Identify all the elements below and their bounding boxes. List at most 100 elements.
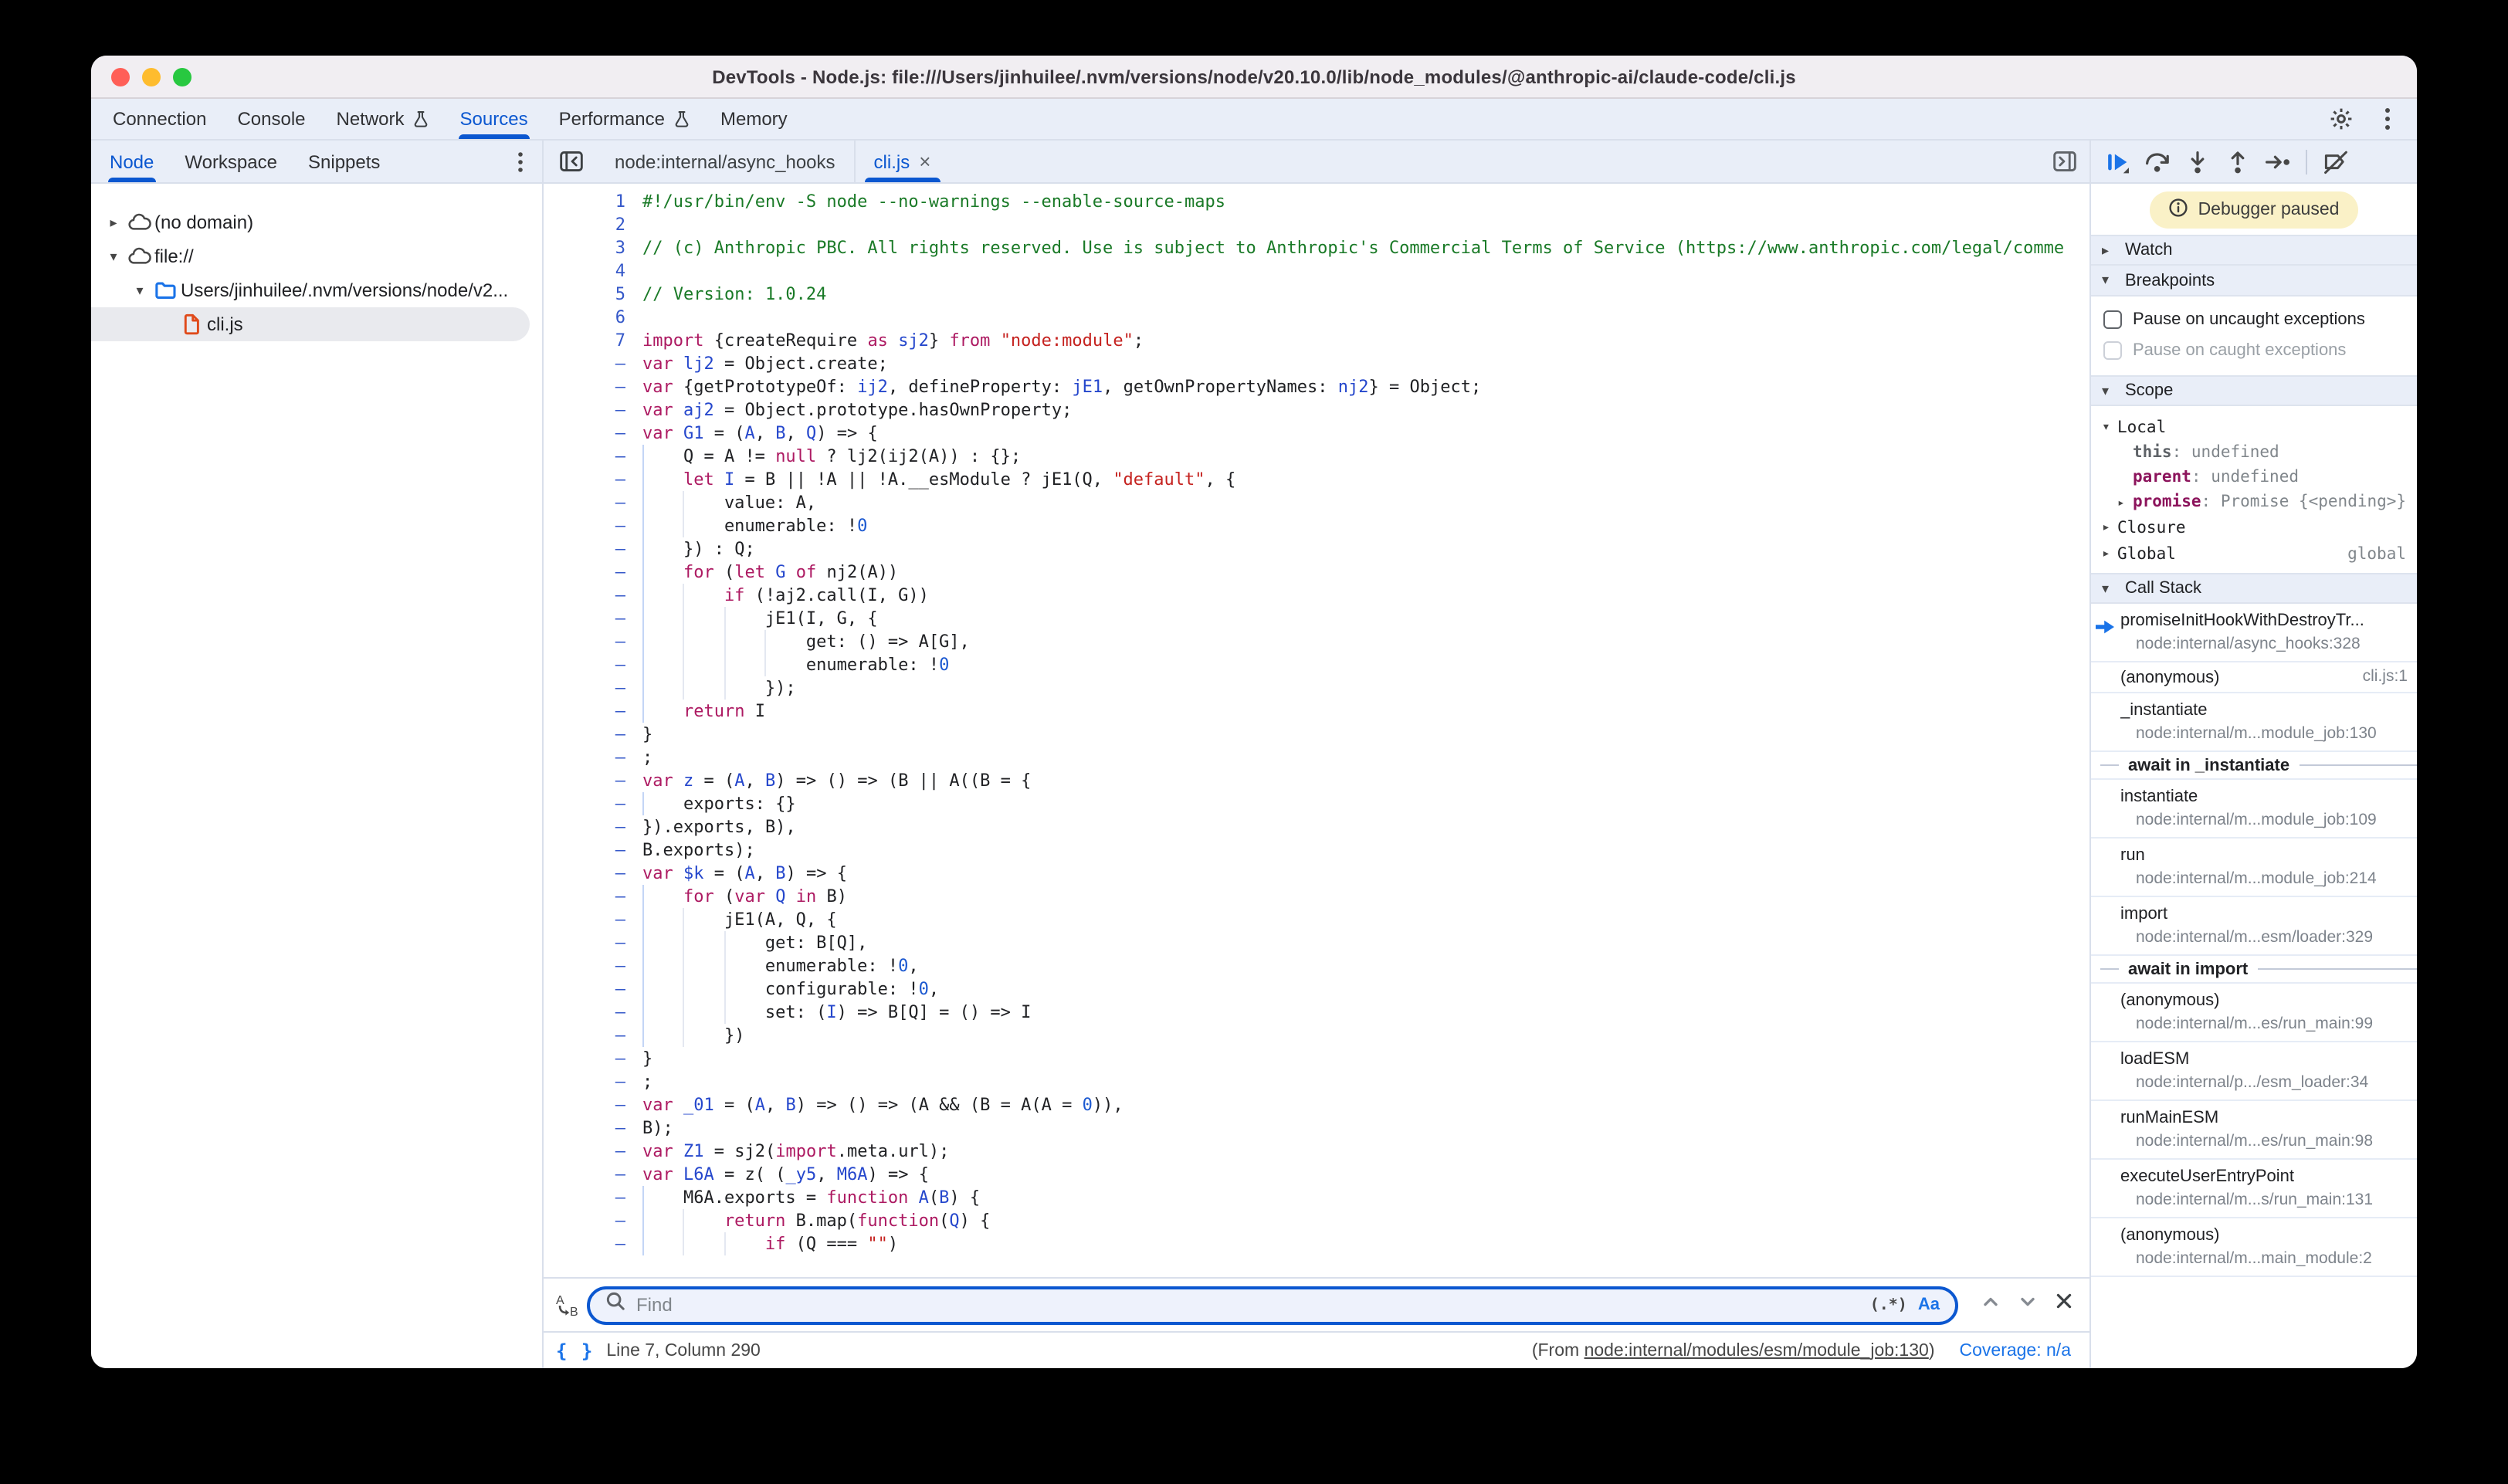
line-number[interactable]: – [544, 514, 642, 537]
tab-performance[interactable]: Performance [544, 99, 705, 139]
find-next-icon[interactable] [2017, 1290, 2039, 1320]
line-number[interactable]: – [544, 700, 642, 723]
scope-property-this[interactable]: this: undefined [2091, 440, 2417, 465]
breakpoints-section-header[interactable]: ▾ Breakpoints [2091, 266, 2417, 296]
line-number[interactable]: 6 [544, 306, 642, 329]
navigator-tab-snippets[interactable]: Snippets [293, 141, 395, 182]
line-number[interactable]: – [544, 1186, 642, 1209]
call-stack-frame[interactable]: (anonymous)node:internal/m...es/run_main… [2091, 984, 2417, 1042]
scope-property-parent[interactable]: parent: undefined [2091, 465, 2417, 490]
line-number[interactable]: – [544, 1209, 642, 1232]
line-number[interactable]: – [544, 815, 642, 839]
line-number[interactable]: – [544, 537, 642, 561]
navigator-more-kebab-icon[interactable] [499, 141, 542, 182]
tree-item-file-[interactable]: ▾file:// [91, 239, 542, 273]
line-number[interactable]: 7 [544, 329, 642, 352]
line-number[interactable]: – [544, 491, 642, 514]
navigator-tab-workspace[interactable]: Workspace [169, 141, 293, 182]
line-number[interactable]: – [544, 375, 642, 398]
line-number[interactable]: – [544, 1047, 642, 1070]
scope-section-header[interactable]: ▾ Scope [2091, 375, 2417, 406]
call-stack-frame[interactable]: runMainESMnode:internal/m...es/run_main:… [2091, 1101, 2417, 1160]
close-tab-icon[interactable]: × [919, 151, 930, 171]
call-stack-frame[interactable]: runnode:internal/m...module_job:214 [2091, 839, 2417, 897]
pretty-print-icon[interactable]: { } [556, 1340, 594, 1361]
line-number[interactable]: – [544, 468, 642, 491]
tree-item-users-jinhuilee-nvm-versions-node-v2-[interactable]: ▾Users/jinhuilee/.nvm/versions/node/v2..… [91, 273, 542, 307]
chevron-down-icon[interactable]: ▾ [130, 282, 150, 299]
settings-gear-icon[interactable] [2324, 102, 2358, 136]
call-stack-frame[interactable]: executeUserEntryPointnode:internal/m...s… [2091, 1160, 2417, 1218]
tab-console[interactable]: Console [222, 99, 320, 139]
tab-memory[interactable]: Memory [705, 99, 803, 139]
line-number[interactable]: – [544, 398, 642, 422]
line-number[interactable]: – [544, 908, 642, 931]
chevron-right-icon[interactable]: ▸ [103, 214, 124, 231]
line-number[interactable]: – [544, 1232, 642, 1255]
minimize-window-button[interactable] [142, 68, 161, 86]
scope-property-promise[interactable]: ▸promise: Promise {<pending>} [2091, 490, 2417, 514]
line-number[interactable]: – [544, 1116, 642, 1140]
line-number[interactable]: – [544, 607, 642, 630]
line-number[interactable]: – [544, 1163, 642, 1186]
call-stack-frame[interactable]: importnode:internal/m...esm/loader:329 [2091, 897, 2417, 956]
checkbox[interactable] [2103, 310, 2122, 329]
tree-item--no-domain-[interactable]: ▸(no domain) [91, 205, 542, 239]
line-number[interactable]: 5 [544, 283, 642, 306]
line-number[interactable]: – [544, 746, 642, 769]
step-over-icon[interactable] [2140, 144, 2174, 178]
tab-network[interactable]: Network [321, 99, 445, 139]
tree-item-cli-js[interactable]: cli.js [91, 307, 530, 341]
call-stack-frame[interactable]: (anonymous)node:internal/m...main_module… [2091, 1218, 2417, 1277]
match-case-toggle[interactable]: Aa [1918, 1296, 1940, 1314]
line-number[interactable]: – [544, 445, 642, 468]
scope-group-global[interactable]: ▸Globalglobal [2091, 540, 2417, 567]
line-number[interactable]: – [544, 792, 642, 815]
line-number[interactable]: – [544, 352, 642, 375]
regex-toggle[interactable]: (.*) [1870, 1296, 1907, 1313]
breakpoint-option[interactable]: Pause on uncaught exceptions [2091, 304, 2417, 335]
line-number[interactable]: – [544, 630, 642, 653]
find-previous-icon[interactable] [1980, 1290, 2001, 1320]
tab-sources[interactable]: Sources [445, 99, 544, 139]
line-number[interactable]: – [544, 422, 642, 445]
call-stack-frame[interactable]: _instantiatenode:internal/m...module_job… [2091, 693, 2417, 752]
line-number[interactable]: – [544, 584, 642, 607]
step-icon[interactable] [2261, 144, 2295, 178]
close-find-icon[interactable] [2054, 1291, 2074, 1319]
file-tab-cli-js[interactable]: cli.js× [856, 141, 950, 182]
source-code-view[interactable]: 1#!/usr/bin/env -S node --no-warnings --… [544, 184, 2089, 1277]
call-stack-section-header[interactable]: ▾ Call Stack [2091, 573, 2417, 604]
line-number[interactable]: – [544, 769, 642, 792]
replace-toggle-icon[interactable]: AB [550, 1288, 584, 1322]
more-options-kebab-icon[interactable] [2371, 102, 2405, 136]
line-number[interactable]: – [544, 839, 642, 862]
resume-script-icon[interactable] [2100, 144, 2134, 178]
scope-group-local[interactable]: ▾Local [2091, 414, 2417, 440]
line-number[interactable]: 1 [544, 190, 642, 213]
line-number[interactable]: 2 [544, 213, 642, 236]
file-tab-node-internal-async-hooks[interactable]: node:internal/async_hooks [596, 141, 856, 182]
chevron-down-icon[interactable]: ▾ [103, 248, 124, 265]
line-number[interactable]: 4 [544, 259, 642, 283]
line-number[interactable]: – [544, 862, 642, 885]
line-number[interactable]: – [544, 676, 642, 700]
line-number[interactable]: 3 [544, 236, 642, 259]
line-number[interactable]: – [544, 1001, 642, 1024]
line-number[interactable]: – [544, 723, 642, 746]
breakpoint-option[interactable]: Pause on caught exceptions [2091, 335, 2417, 366]
scope-group-closure[interactable]: ▸Closure [2091, 514, 2417, 540]
line-number[interactable]: – [544, 885, 642, 908]
call-stack-frame[interactable]: (anonymous)cli.js:1 [2091, 662, 2417, 693]
close-window-button[interactable] [111, 68, 130, 86]
line-number[interactable]: – [544, 931, 642, 954]
line-number[interactable]: – [544, 1140, 642, 1163]
find-input[interactable] [636, 1294, 1859, 1316]
step-out-icon[interactable] [2221, 144, 2255, 178]
navigator-tab-node[interactable]: Node [94, 141, 169, 182]
step-into-icon[interactable] [2181, 144, 2215, 178]
line-number[interactable]: – [544, 1070, 642, 1093]
source-map-link[interactable]: node:internal/modules/esm/module_job:130 [1584, 1341, 1929, 1360]
line-number[interactable]: – [544, 1024, 642, 1047]
zoom-window-button[interactable] [173, 68, 191, 86]
